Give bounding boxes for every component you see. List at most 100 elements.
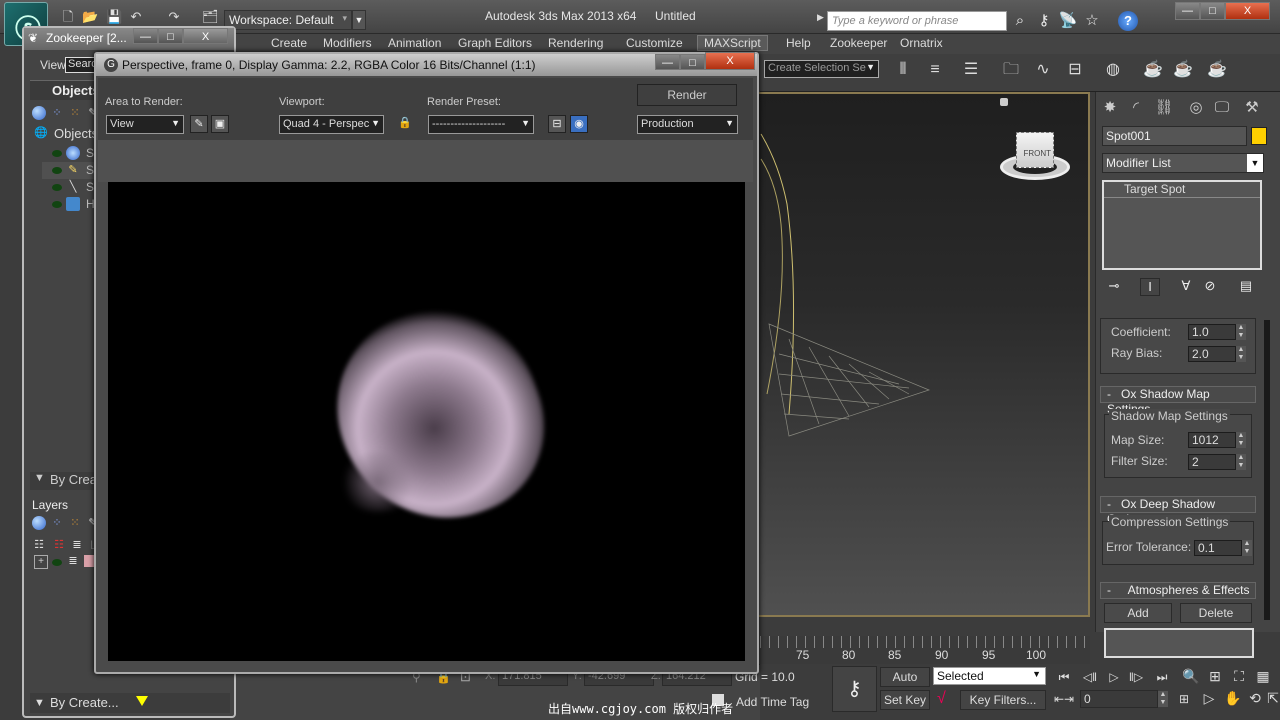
redo-icon[interactable]: ↷ xyxy=(166,10,182,24)
new-layer-icon[interactable]: ☷ xyxy=(32,538,46,552)
frame-spinner[interactable]: ▲ ▼ xyxy=(1158,691,1168,707)
rendered-frame-window-icon[interactable]: ☕ xyxy=(1170,58,1196,82)
go-to-start-icon[interactable]: ⏮ xyxy=(1054,668,1074,686)
undo-icon[interactable]: ↶ xyxy=(128,10,144,24)
fx-filter-icon[interactable]: ⁙ xyxy=(68,106,82,120)
menu-help[interactable]: Help xyxy=(786,36,811,50)
atmospheres-list[interactable] xyxy=(1104,628,1254,658)
atmospheres-effects-rollout[interactable]: - Atmospheres & Effects xyxy=(1100,582,1256,599)
search-expand-icon[interactable]: ▶ xyxy=(817,12,827,30)
menu-modifiers[interactable]: Modifiers xyxy=(323,36,372,50)
favorites-star-icon[interactable]: ☆ xyxy=(1082,11,1102,31)
zookeeper-search-input[interactable]: Search xyxy=(65,57,97,73)
rendered-image[interactable] xyxy=(108,182,745,661)
play-icon[interactable]: ▷ xyxy=(1104,668,1124,686)
pan-view-icon[interactable]: ✋ xyxy=(1222,688,1244,708)
visibility-eye-icon[interactable] xyxy=(52,150,62,157)
key-mode-dropdown[interactable]: Selected ▼ xyxy=(933,667,1046,685)
create-tab-icon[interactable]: ✸ xyxy=(1098,97,1122,119)
named-selection-set-dropdown[interactable]: Create Selection Se ▼ xyxy=(764,60,879,78)
set-keys-button[interactable]: ⚷ xyxy=(832,666,877,712)
render-mode-dropdown[interactable]: Production ▼ xyxy=(637,115,738,134)
field-of-view-icon[interactable]: ▷ xyxy=(1198,688,1220,708)
time-configuration-icon[interactable]: ⊞ xyxy=(1174,690,1194,708)
map-size-field[interactable]: 1012 xyxy=(1188,432,1236,448)
set-key-button[interactable]: Set Key xyxy=(880,690,930,710)
viewcube-face[interactable]: FRONT xyxy=(1016,132,1054,168)
menu-zookeeper[interactable]: Zookeeper xyxy=(830,36,887,50)
filter-size-field[interactable]: 2 xyxy=(1188,454,1236,470)
menu-graph-editors[interactable]: Graph Editors xyxy=(458,36,532,50)
satellite-icon[interactable]: 📡 xyxy=(1058,11,1078,31)
menu-create[interactable]: Create xyxy=(271,36,307,50)
objects-sort-dropdown[interactable]: ▼ By Crea xyxy=(30,472,100,490)
workspace-dropdown[interactable]: Workspace: Default ▾ xyxy=(224,10,352,30)
mirror-icon[interactable]: ⫴ xyxy=(890,58,916,82)
key-filters-button[interactable]: Key Filters... xyxy=(960,690,1046,710)
go-to-end-icon[interactable]: ⏭ xyxy=(1152,668,1172,686)
edit-region-icon[interactable]: ✎ xyxy=(190,115,208,133)
zookeeper-maximize-button[interactable]: □ xyxy=(158,28,183,44)
object-name-field[interactable]: Spot001 xyxy=(1102,126,1247,146)
zoom-extents-all-icon[interactable]: ▦ xyxy=(1252,666,1274,686)
tree-root-label[interactable]: Objects xyxy=(54,126,98,141)
show-end-result-icon[interactable]: I xyxy=(1140,278,1160,296)
hierarchy-tab-icon[interactable]: ⛓ xyxy=(1152,97,1176,119)
visibility-eye-icon[interactable] xyxy=(52,201,62,208)
app-close-button[interactable]: X xyxy=(1225,2,1270,20)
utilities-tab-icon[interactable]: ⚒ xyxy=(1240,97,1264,119)
binoculars-icon[interactable]: ⌕ xyxy=(1010,11,1030,31)
ox-shadow-map-rollout[interactable]: - Ox Shadow Map Settings xyxy=(1100,386,1256,416)
viewport-dropdown[interactable]: Quad 4 - Perspec ▼ xyxy=(279,115,384,134)
zookeeper-minimize-button[interactable]: — xyxy=(133,28,158,44)
ray-bias-field[interactable]: 2.0 xyxy=(1188,346,1236,362)
manage-layers-icon[interactable]: ☰ xyxy=(958,58,984,82)
add-time-tag-button[interactable]: Add Time Tag xyxy=(736,695,809,709)
remove-modifier-icon[interactable]: ⊘ xyxy=(1200,278,1220,296)
tab-objects[interactable]: Objects xyxy=(30,80,100,100)
fx-filter-icon[interactable]: ⁙ xyxy=(68,516,82,530)
schematic-view-icon[interactable]: ⊟ xyxy=(1062,58,1088,82)
auto-region-icon[interactable]: ▣ xyxy=(211,115,229,133)
filter-size-spinner[interactable]: ▲ ▼ xyxy=(1236,454,1246,470)
new-file-icon[interactable]: 🗋 xyxy=(60,10,76,24)
menu-ornatrix[interactable]: Ornatrix xyxy=(900,36,943,50)
app-minimize-button[interactable]: — xyxy=(1175,2,1200,20)
zoom-all-icon[interactable]: ⊞ xyxy=(1204,666,1226,686)
material-editor-icon[interactable]: ◍ xyxy=(1100,58,1126,82)
save-icon[interactable]: 💾 xyxy=(106,10,122,24)
environment-effects-icon[interactable]: ◉ xyxy=(570,115,588,133)
map-size-spinner[interactable]: ▲ ▼ xyxy=(1236,432,1246,448)
default-tangent-icon[interactable]: √ xyxy=(937,690,957,710)
viewcube[interactable]: FRONT xyxy=(1000,128,1070,184)
zookeeper-close-button[interactable]: X xyxy=(183,28,228,44)
ray-bias-spinner[interactable]: ▲ ▼ xyxy=(1236,346,1246,362)
current-frame-field[interactable]: 0 xyxy=(1080,690,1158,708)
render-setup-icon[interactable]: ⊟ xyxy=(548,115,566,133)
pin-stack-icon[interactable]: ⊸ xyxy=(1104,278,1124,296)
delete-effect-button[interactable]: Delete xyxy=(1180,603,1252,623)
key-icon[interactable]: ⚷ xyxy=(1034,11,1054,31)
error-tolerance-spinner[interactable]: ▲ ▼ xyxy=(1242,540,1252,556)
layers-sort-dropdown[interactable]: ▼ By Create... xyxy=(30,693,230,713)
area-to-render-dropdown[interactable]: View ▼ xyxy=(106,115,184,134)
render-window-close-button[interactable]: X xyxy=(705,52,755,70)
viewport-lock-icon[interactable] xyxy=(1000,98,1008,106)
render-button[interactable]: Render xyxy=(637,84,737,106)
auto-key-button[interactable]: Auto Key xyxy=(880,667,930,702)
menu-rendering[interactable]: Rendering xyxy=(548,36,603,50)
tree-item[interactable]: ╲ S xyxy=(42,179,102,196)
maximize-viewport-icon[interactable]: ⇱ xyxy=(1262,688,1280,708)
zoom-extents-icon[interactable]: ⛶ xyxy=(1228,666,1250,686)
key-mode-toggle-icon[interactable]: ⇤⇥ xyxy=(1054,690,1074,708)
delete-layer-icon[interactable]: ☷ xyxy=(52,538,66,552)
coefficient-field[interactable]: 1.0 xyxy=(1188,324,1236,340)
visibility-eye-icon[interactable] xyxy=(52,559,62,566)
app-maximize-button[interactable]: □ xyxy=(1200,2,1225,20)
object-color-swatch[interactable] xyxy=(1251,127,1267,145)
project-folder-icon[interactable]: 🗂 xyxy=(202,10,219,24)
filter-icon[interactable] xyxy=(136,696,148,706)
particles-filter-icon[interactable]: ⁘ xyxy=(50,516,64,530)
add-effect-button[interactable]: Add xyxy=(1104,603,1172,623)
infocenter-search-input[interactable]: Type a keyword or phrase xyxy=(827,11,1007,31)
